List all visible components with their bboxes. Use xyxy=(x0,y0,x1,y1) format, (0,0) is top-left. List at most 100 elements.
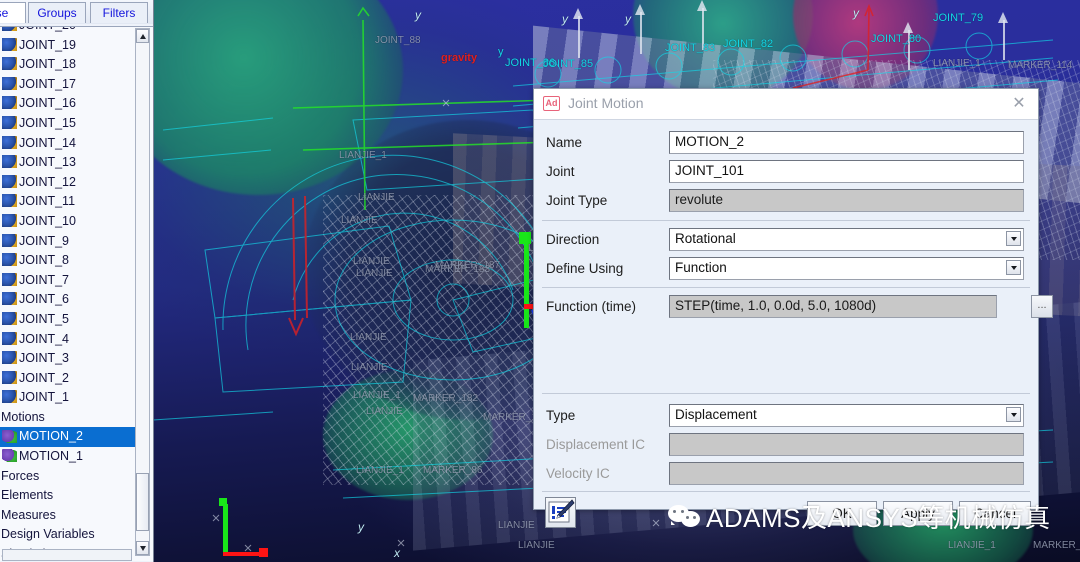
tree-horizontal-scrollbar[interactable] xyxy=(2,549,132,561)
tree-group-elements[interactable]: Elements xyxy=(0,486,136,506)
joint-type-label: Joint Type xyxy=(546,193,608,208)
tree-item-joint_18[interactable]: JOINT_18 xyxy=(0,55,136,75)
function-field[interactable]: STEP(time, 1.0, 0.0d, 5.0, 1080d) xyxy=(669,295,997,318)
form-row-function: Function (time) STEP(time, 1.0, 0.0d, 5.… xyxy=(534,293,1053,322)
joint-field[interactable]: JOINT_101 xyxy=(669,160,1024,183)
tab-browse[interactable]: se xyxy=(0,2,26,23)
tree-item-joint_15[interactable]: JOINT_15 xyxy=(0,114,136,134)
dialog-body: Name MOTION_2 Joint JOINT_101 Joint Type… xyxy=(534,120,1053,528)
chevron-down-icon[interactable] xyxy=(1006,260,1021,275)
tree-item-joint_3[interactable]: JOINT_3 xyxy=(0,349,136,369)
chevron-down-icon[interactable] xyxy=(1006,231,1021,246)
model-browser-panel[interactable]: se Groups Filters JOINT_20JOINT_19JOINT_… xyxy=(0,0,154,562)
viewport-label: LIANJIE_1 xyxy=(339,150,387,161)
velocity-ic-label: Velocity IC xyxy=(546,466,610,481)
tree-item-label: JOINT_18 xyxy=(19,57,76,72)
axis-y-handle[interactable] xyxy=(524,240,529,328)
type-select[interactable]: Displacement xyxy=(669,404,1024,427)
global-axis-indicator xyxy=(203,482,293,562)
tree-item-label: Elements xyxy=(1,488,54,503)
tree-item-label: JOINT_13 xyxy=(19,155,76,170)
viewport-label: y xyxy=(358,520,364,534)
tree-item-label: JOINT_19 xyxy=(19,37,76,52)
tree-item-joint_1[interactable]: JOINT_1 xyxy=(0,388,136,408)
tree-group-measures[interactable]: Measures xyxy=(0,506,136,526)
tree-item-joint_6[interactable]: JOINT_6 xyxy=(0,290,136,310)
tree-item-joint_16[interactable]: JOINT_16 xyxy=(0,94,136,114)
browser-tabbar: se Groups Filters xyxy=(0,0,153,24)
tree-item-joint_17[interactable]: JOINT_17 xyxy=(0,75,136,95)
scrollbar-thumb[interactable] xyxy=(136,473,149,531)
tree-item-label: Motions xyxy=(1,409,45,424)
viewport-label: JOINT_88 xyxy=(375,35,421,46)
tree-group-design-variables[interactable]: Design Variables xyxy=(0,525,136,545)
marker-stem xyxy=(640,12,642,54)
viewport-label: MARKER_187 xyxy=(435,260,501,271)
tree-item-joint_5[interactable]: JOINT_5 xyxy=(0,310,136,330)
adams-app-icon: Ad xyxy=(543,96,560,111)
tree-item-joint_19[interactable]: JOINT_19 xyxy=(0,36,136,56)
close-icon[interactable]: ✕ xyxy=(1010,95,1028,113)
tree-item-joint_20[interactable]: JOINT_20 xyxy=(0,27,136,36)
joint-icon xyxy=(2,174,17,188)
tree-item-motion_2[interactable]: MOTION_2 xyxy=(0,427,136,448)
joint-label: Joint xyxy=(546,164,575,179)
marker-stem xyxy=(908,30,910,70)
tree-item-joint_14[interactable]: JOINT_14 xyxy=(0,134,136,154)
joint-icon xyxy=(2,253,17,267)
tree-item-joint_10[interactable]: JOINT_10 xyxy=(0,212,136,232)
cancel-button[interactable]: Cancel xyxy=(959,501,1031,526)
tree-item-joint_4[interactable]: JOINT_4 xyxy=(0,330,136,350)
ok-button[interactable]: OK xyxy=(807,501,877,526)
name-field[interactable]: MOTION_2 xyxy=(669,131,1024,154)
magenta-body-blob xyxy=(793,0,938,90)
define-using-select[interactable]: Function xyxy=(669,257,1024,280)
joint-motion-dialog[interactable]: Ad Joint Motion ✕ Name MOTION_2 Joint JO… xyxy=(533,88,1053,528)
tree-item-label: JOINT_15 xyxy=(19,115,76,130)
joint-icon xyxy=(2,272,17,286)
tree-vertical-scrollbar[interactable] xyxy=(135,28,150,556)
tree-item-joint_11[interactable]: JOINT_11 xyxy=(0,192,136,212)
joint-icon xyxy=(2,233,17,247)
form-row-define-using: Define Using Function xyxy=(534,255,1038,284)
marker-stem xyxy=(1003,20,1005,60)
viewport-label: gravity xyxy=(441,52,478,64)
joint-icon xyxy=(2,135,17,149)
tree-group-forces[interactable]: Forces xyxy=(0,467,136,487)
tab-groups[interactable]: Groups xyxy=(28,2,86,23)
tree-item-label: Measures xyxy=(1,507,56,522)
tree-item-joint_8[interactable]: JOINT_8 xyxy=(0,251,136,271)
tree-item-joint_9[interactable]: JOINT_9 xyxy=(0,232,136,252)
joint-icon xyxy=(2,351,17,365)
direction-label: Direction xyxy=(546,232,600,247)
tree-item-motion_1[interactable]: MOTION_1 xyxy=(0,447,136,467)
function-label: Function (time) xyxy=(546,299,637,314)
tree-item-joint_13[interactable]: JOINT_13 xyxy=(0,153,136,173)
tree-item-joint_12[interactable]: JOINT_12 xyxy=(0,173,136,193)
chevron-down-icon[interactable] xyxy=(1006,407,1021,422)
tab-filters[interactable]: Filters xyxy=(90,2,148,23)
function-browse-button[interactable]: ... xyxy=(1031,295,1053,318)
dialog-titlebar[interactable]: Ad Joint Motion ✕ xyxy=(534,89,1038,120)
apply-button[interactable]: Apply xyxy=(883,501,953,526)
direction-select[interactable]: Rotational xyxy=(669,228,1024,251)
chevron-down-icon xyxy=(140,546,146,551)
joint-icon xyxy=(2,76,17,90)
marker-stem xyxy=(702,8,704,50)
tree-item-joint_7[interactable]: JOINT_7 xyxy=(0,271,136,291)
joint-icon xyxy=(2,116,17,130)
viewport-label: LIANJIE_1 xyxy=(933,58,981,69)
divider xyxy=(542,287,1030,288)
scroll-up-button[interactable] xyxy=(136,29,149,43)
scroll-down-button[interactable] xyxy=(136,541,149,555)
tree-item-label: JOINT_8 xyxy=(19,253,70,268)
edit-pencil-icon[interactable] xyxy=(545,497,576,528)
model-tree[interactable]: JOINT_20 JOINT_19 JOINT_18 JOINT_17 JOINT_16… xyxy=(0,26,153,561)
axis-y-grip[interactable] xyxy=(519,232,531,244)
tree-group-motions[interactable]: Motions xyxy=(0,408,136,428)
joint-icon xyxy=(2,37,17,51)
joint-icon xyxy=(2,155,17,169)
displacement-ic-label: Displacement IC xyxy=(546,437,646,452)
viewport-label: LIANJIE xyxy=(353,256,390,267)
tree-item-joint_2[interactable]: JOINT_2 xyxy=(0,369,136,389)
